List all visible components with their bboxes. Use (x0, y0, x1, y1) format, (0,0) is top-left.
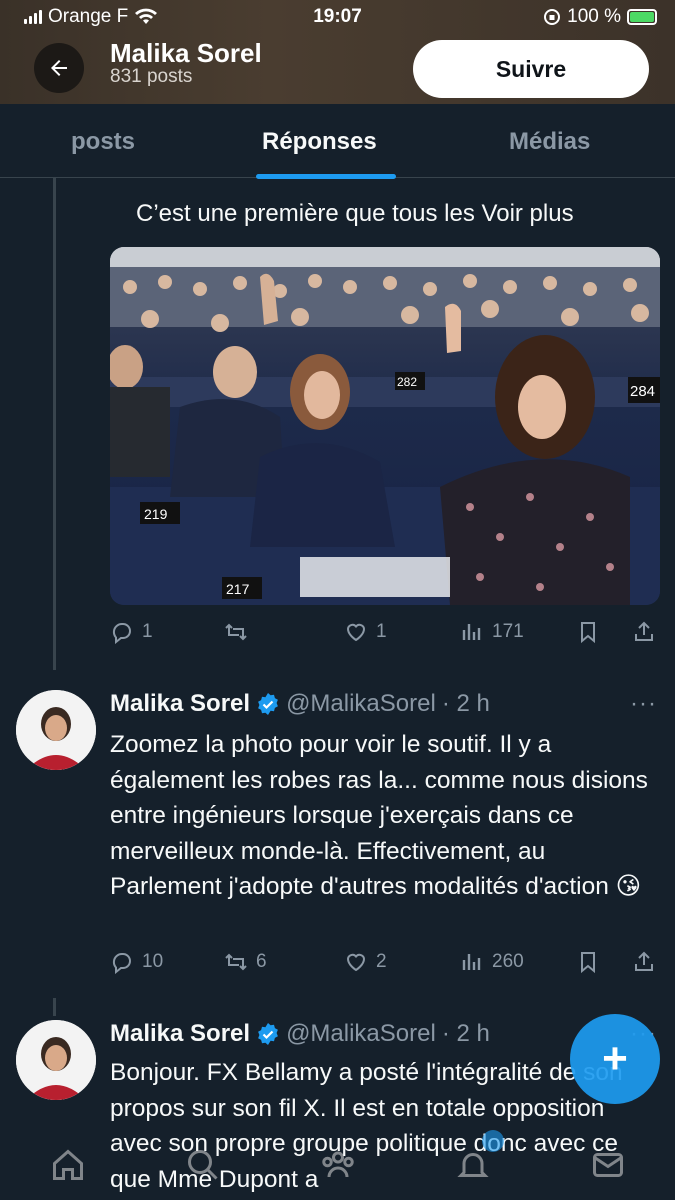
tab-replies[interactable]: Réponses (262, 128, 377, 156)
repost-button[interactable]: 6 (224, 950, 267, 974)
active-tab-indicator (256, 174, 396, 179)
profile-header: Orange F 19:07 100 % Malika Sorel 831 po… (0, 0, 675, 104)
view-count: 260 (492, 951, 524, 972)
view-count: 171 (492, 621, 524, 642)
tab-media[interactable]: Médias (509, 128, 590, 156)
author-handle[interactable]: @MalikaSorel (286, 1020, 436, 1048)
bookmark-button[interactable] (576, 950, 600, 974)
tweet-text: Zoomez la photo pour voir le soutif. Il … (110, 731, 648, 900)
seat-number: 282 (397, 375, 417, 389)
heart-icon (346, 953, 366, 972)
like-button[interactable]: 2 (344, 950, 387, 974)
post-count: 831 posts (110, 66, 193, 87)
tab-posts[interactable]: posts (71, 128, 135, 156)
bookmark-icon (581, 952, 595, 974)
profile-name: Malika Sorel (110, 38, 262, 68)
verified-badge-icon (258, 1023, 278, 1045)
author-handle[interactable]: @MalikaSorel (286, 690, 436, 718)
orientation-lock-icon (544, 9, 561, 25)
post-photo[interactable]: 219 217 282 284 (110, 247, 660, 605)
profile-tabs: posts Réponses Médias (0, 104, 675, 179)
like-button[interactable]: 1 (344, 620, 387, 644)
more-options-icon[interactable]: ··· (630, 690, 657, 718)
reply-count: 1 (142, 621, 153, 642)
reply-button[interactable]: 10 (110, 950, 163, 974)
author-name[interactable]: Malika Sorel (110, 1020, 250, 1048)
tweet-header: Malika Sorel @MalikaSorel · 2 h (110, 690, 490, 718)
seat-number: 217 (226, 581, 250, 597)
bookmark-icon (581, 622, 595, 644)
repost-icon (225, 623, 247, 641)
search-icon[interactable] (185, 1147, 221, 1183)
back-button[interactable] (34, 43, 84, 93)
like-count: 2 (376, 951, 387, 972)
thread-line (53, 178, 56, 670)
views-button[interactable]: 260 (460, 950, 524, 974)
bookmark-button[interactable] (576, 620, 600, 644)
profile-photo (16, 690, 96, 770)
share-icon (635, 621, 653, 641)
repost-button[interactable] (224, 620, 256, 644)
reply-button[interactable]: 1 (110, 620, 153, 644)
share-button[interactable] (632, 950, 656, 974)
compose-button[interactable]: + (570, 1014, 660, 1104)
arrow-left-icon (51, 60, 67, 76)
like-count: 1 (376, 621, 387, 642)
repost-count: 6 (256, 951, 267, 972)
battery-percent: 100 % (567, 6, 621, 27)
post-time: · 2 h (441, 690, 490, 717)
reply-icon (112, 622, 131, 644)
tweet-header: Malika Sorel @MalikaSorel · 2 h (110, 1020, 490, 1048)
bottom-nav (0, 1130, 675, 1200)
reply-count: 10 (142, 951, 164, 972)
author-name[interactable]: Malika Sorel (110, 690, 250, 718)
avatar[interactable] (16, 690, 96, 770)
share-icon (635, 951, 653, 971)
post-time: · 2 h (441, 1020, 490, 1047)
seat-number: 284 (630, 383, 655, 400)
thread-line (53, 998, 56, 1016)
seat-number: 219 (144, 506, 168, 522)
views-button[interactable]: 171 (460, 620, 524, 644)
messages-icon[interactable] (590, 1147, 626, 1183)
communities-icon[interactable] (320, 1147, 356, 1183)
repost-icon (225, 953, 247, 971)
analytics-icon (462, 624, 481, 640)
see-more-link[interactable]: Voir plus (482, 200, 574, 227)
notifications-icon[interactable] (455, 1147, 491, 1183)
post-text: C’est une première que tous les Voir plu… (136, 200, 574, 228)
heart-icon (346, 623, 366, 642)
share-button[interactable] (632, 620, 656, 644)
post-actions: 10 6 2 260 (110, 950, 660, 980)
analytics-icon (462, 954, 481, 970)
post-text-content: C’est une première que tous les (136, 200, 475, 227)
notification-badge (482, 1130, 504, 1152)
avatar[interactable] (16, 1020, 96, 1100)
post-actions: 1 1 171 (110, 620, 660, 650)
profile-photo (16, 1020, 96, 1100)
reply-icon (112, 952, 131, 974)
verified-badge-icon (258, 693, 278, 715)
follow-button[interactable]: Suivre (413, 40, 649, 98)
parliament-photo-illustration: 219 217 282 284 (110, 247, 660, 605)
battery-icon (627, 9, 657, 25)
status-bar: Orange F 19:07 100 % (0, 0, 675, 34)
home-icon[interactable] (50, 1147, 86, 1183)
